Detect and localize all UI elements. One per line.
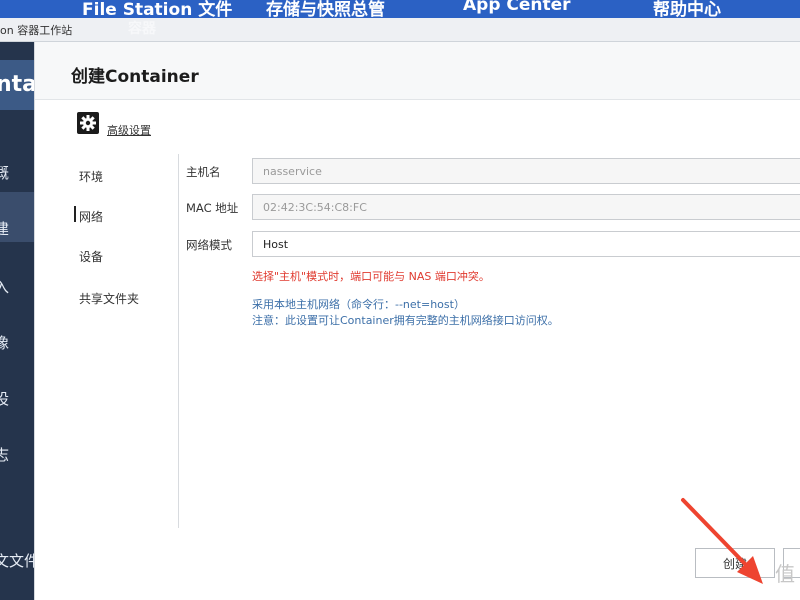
taskbar-app-center[interactable]: App Center — [463, 0, 571, 15]
app-sidebar-header: ntai — [0, 60, 34, 110]
dialog-title: 创建Container — [71, 67, 199, 87]
app-window-header: on 容器工作站 容器 — [0, 18, 800, 42]
app-sidebar-item-overview[interactable]: 概 — [0, 162, 9, 183]
taskbar-file-station[interactable]: File Station 文件 — [82, 0, 232, 18]
mac-address-value: 02:42:3C:54:C8:FC — [263, 201, 367, 214]
port-conflict-warning: 选择"主机"模式时，端口可能与 NAS 端口冲突。 — [252, 270, 490, 283]
mac-address-label: MAC 地址 — [186, 201, 239, 215]
taskbar-ghost-label: 容器 — [128, 21, 156, 37]
taskbar-help-center[interactable]: 帮助中心 — [653, 0, 721, 18]
app-sidebar-item-create[interactable]: 建 — [0, 218, 9, 239]
tab-network[interactable]: 网络 — [79, 208, 103, 225]
app-sidebar: ntai 概 建 入 像 设 志 文文件 — [0, 42, 34, 600]
app-sidebar-item-files[interactable]: 文文件 — [0, 550, 34, 571]
create-container-dialog: 创建Container 高级设置 环境 网络 设备 共享文件夹 主机名 nass… — [34, 42, 800, 600]
tab-shared-folders[interactable]: 共享文件夹 — [79, 290, 139, 307]
tab-devices[interactable]: 设备 — [79, 248, 103, 265]
host-network-hint: 采用本地主机网络（命令行：--net=host） — [252, 298, 465, 311]
hostname-label: 主机名 — [186, 165, 221, 179]
gear-icon — [77, 112, 99, 134]
mac-address-input[interactable]: 02:42:3C:54:C8:FC — [252, 194, 800, 220]
taskbar-storage-snapshots[interactable]: 存储与快照总管 — [266, 0, 385, 18]
app-window-title: on 容器工作站 — [0, 24, 73, 37]
host-network-note: 注意：此设置可让Container拥有完整的主机网络接口访问权。 — [252, 314, 559, 327]
hostname-input[interactable]: nasservice — [252, 158, 800, 184]
dialog-header: 创建Container — [35, 42, 800, 100]
watermark-logo: 值 — [775, 562, 795, 586]
advanced-settings-link[interactable]: 高级设置 — [107, 122, 151, 138]
app-sidebar-item-images[interactable]: 像 — [0, 332, 9, 353]
network-mode-label: 网络模式 — [186, 238, 232, 252]
app-sidebar-item-settings[interactable]: 设 — [0, 388, 9, 409]
tab-divider — [178, 154, 179, 528]
app-sidebar-item-import[interactable]: 入 — [0, 276, 9, 297]
app-sidebar-header-label: ntai — [0, 72, 34, 97]
active-tab-indicator — [74, 206, 76, 222]
network-mode-select[interactable]: Host — [252, 231, 800, 257]
network-mode-value: Host — [263, 238, 289, 251]
annotation-arrow-icon — [681, 498, 763, 584]
tab-environment[interactable]: 环境 — [79, 168, 103, 185]
hostname-placeholder: nasservice — [263, 165, 322, 178]
app-sidebar-item-logs[interactable]: 志 — [0, 444, 9, 465]
taskbar: File Station 文件 存储与快照总管 App Center 帮助中心 — [0, 0, 800, 18]
